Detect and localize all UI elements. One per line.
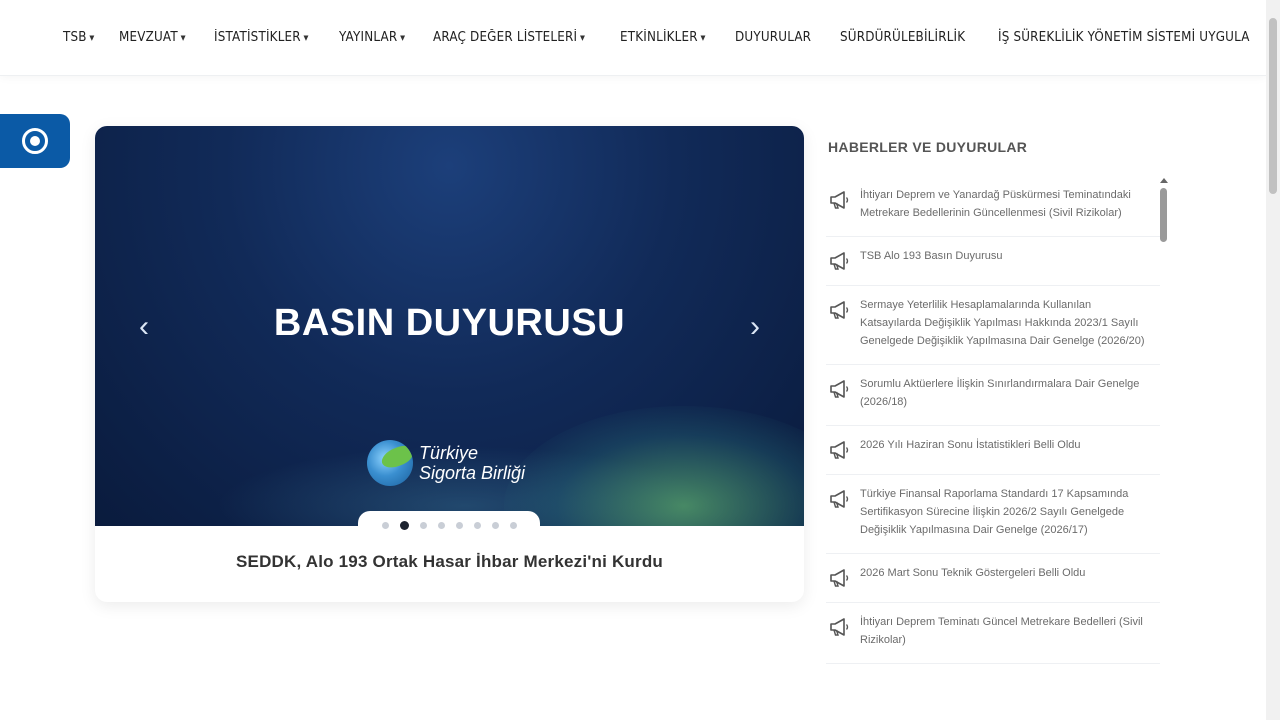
caret-down-icon: ▼ [89, 33, 95, 42]
news-item-text[interactable]: İhtiyarı Deprem ve Yanardağ Püskürmesi T… [860, 186, 1154, 222]
megaphone-icon [828, 251, 850, 271]
megaphone-icon [828, 568, 850, 588]
nav-item-6[interactable]: DUYURULAR [735, 30, 811, 45]
news-section-title: HABERLER VE DUYURULAR [828, 139, 1028, 155]
page-scroll-thumb[interactable] [1269, 18, 1277, 194]
accessibility-tab[interactable] [0, 114, 70, 168]
slider-pagination [358, 511, 540, 537]
nav-item-8[interactable]: İŞ SÜREKLİLİK YÖNETİM SİSTEMİ UYGULA [998, 30, 1250, 45]
slider-dot[interactable] [473, 522, 481, 529]
news-item[interactable]: 2026 Yılı Haziran Sonu İstatistikleri Be… [826, 426, 1160, 475]
news-item[interactable]: Türkiye Finansal Raporlama Standardı 17 … [826, 475, 1160, 554]
slider-dot[interactable] [399, 521, 409, 530]
news-item-text[interactable]: Türkiye Finansal Raporlama Standardı 17 … [860, 485, 1154, 539]
megaphone-icon [828, 300, 850, 320]
slider-next-button[interactable]: › [750, 312, 760, 342]
top-navigation: TSB ▼ MEVZUAT ▼ İSTATİSTİKLER ▼ YAYINLAR ▼ ARAÇ … [0, 0, 1266, 76]
news-item[interactable]: İhtiyarı Deprem ve Yanardağ Püskürmesi T… [826, 176, 1160, 237]
nav-item-7[interactable]: SÜRDÜRÜLEBİLİRLİK [840, 30, 965, 45]
news-item[interactable]: İhtiyarı Deprem Teminatı Güncel Metrekar… [826, 603, 1160, 664]
slider-dot[interactable] [419, 522, 427, 529]
news-item[interactable]: 2026 Mart Sonu Teknik Göstergeleri Belli… [826, 554, 1160, 603]
megaphone-icon [828, 617, 850, 637]
slider-dot[interactable] [437, 522, 445, 529]
nav-item-label: MEVZUAT [119, 30, 179, 45]
news-item-text[interactable]: 2026 Mart Sonu Teknik Göstergeleri Belli… [860, 564, 1085, 582]
caret-down-icon: ▼ [303, 33, 309, 42]
news-item-text[interactable]: 2026 Yılı Haziran Sonu İstatistikleri Be… [860, 436, 1081, 454]
news-scrollbar[interactable] [1159, 178, 1168, 720]
caret-down-icon: ▼ [700, 33, 706, 42]
news-item[interactable]: TSB Alo 193 Basın Duyurusu [826, 237, 1160, 286]
logo-line-2: Sigorta Birliği [419, 463, 526, 483]
nav-item-3[interactable]: YAYINLAR ▼ [339, 30, 405, 45]
nav-item-label: İSTATİSTİKLER [213, 30, 301, 45]
nav-item-label: TSB [63, 30, 87, 45]
nav-item-label: İŞ SÜREKLİLİK YÖNETİM SİSTEMİ UYGULA [998, 30, 1250, 45]
caret-down-icon: ▼ [180, 33, 187, 42]
page-scrollbar[interactable] [1266, 0, 1280, 720]
nav-item-label: DUYURULAR [735, 30, 812, 45]
nav-item-label: ARAÇ DEĞER LİSTELERİ [432, 30, 578, 45]
nav-item-2[interactable]: İSTATİSTİKLER ▼ [214, 30, 309, 45]
slide-caption[interactable]: SEDDK, Alo 193 Ortak Hasar İhbar Merkezi… [95, 552, 804, 572]
megaphone-icon [828, 440, 850, 460]
nav-item-4[interactable]: ARAÇ DEĞER LİSTELERİ ▼ [433, 30, 585, 45]
slider-prev-button[interactable]: ‹ [139, 312, 149, 342]
nav-item-label: ETKİNLİKLER [620, 30, 698, 45]
news-item-text[interactable]: İhtiyarı Deprem Teminatı Güncel Metrekar… [860, 613, 1154, 649]
megaphone-icon [828, 379, 850, 399]
news-item[interactable]: Sorumlu Aktüerlere İlişkin Sınırlandırma… [826, 365, 1160, 426]
caret-down-icon: ▼ [399, 33, 406, 42]
nav-item-label: YAYINLAR [338, 30, 398, 45]
news-slider: BASIN DUYURUSU ‹ › Türkiye Sigorta Birli… [95, 126, 804, 602]
scroll-up-arrow-icon[interactable] [1160, 178, 1168, 183]
nav-item-1[interactable]: MEVZUAT ▼ [119, 30, 186, 45]
slide-title: BASIN DUYURUSU [273, 302, 626, 344]
caret-down-icon: ▼ [579, 33, 585, 42]
tsb-logo: Türkiye Sigorta Birliği [367, 440, 525, 486]
news-item-text[interactable]: TSB Alo 193 Basın Duyurusu [860, 247, 1002, 265]
news-item-text[interactable]: Sermaye Yeterlilik Hesaplamalarında Kull… [860, 296, 1154, 350]
slide-image[interactable]: BASIN DUYURUSU ‹ › Türkiye Sigorta Birli… [95, 126, 804, 526]
circle-icon [22, 128, 48, 154]
news-scroll-thumb[interactable] [1160, 188, 1167, 242]
nav-item-5[interactable]: ETKİNLİKLER ▼ [620, 30, 706, 45]
slider-dot[interactable] [455, 522, 463, 529]
megaphone-icon [828, 489, 850, 509]
slider-dot[interactable] [381, 522, 389, 529]
logo-line-1: Türkiye [419, 443, 479, 463]
megaphone-icon [828, 190, 850, 210]
news-list: İhtiyarı Deprem ve Yanardağ Püskürmesi T… [826, 176, 1160, 720]
globe-icon [367, 440, 413, 486]
slider-dot[interactable] [509, 522, 517, 529]
nav-item-label: SÜRDÜRÜLEBİLİRLİK [840, 30, 966, 45]
nav-menu: TSB ▼ MEVZUAT ▼ İSTATİSTİKLER ▼ YAYINLAR ▼ ARAÇ … [63, 30, 1266, 45]
news-item[interactable]: Sermaye Yeterlilik Hesaplamalarında Kull… [826, 286, 1160, 365]
news-item-text[interactable]: Sorumlu Aktüerlere İlişkin Sınırlandırma… [860, 375, 1154, 411]
nav-item-0[interactable]: TSB ▼ [63, 30, 95, 45]
slider-dot[interactable] [491, 522, 499, 529]
